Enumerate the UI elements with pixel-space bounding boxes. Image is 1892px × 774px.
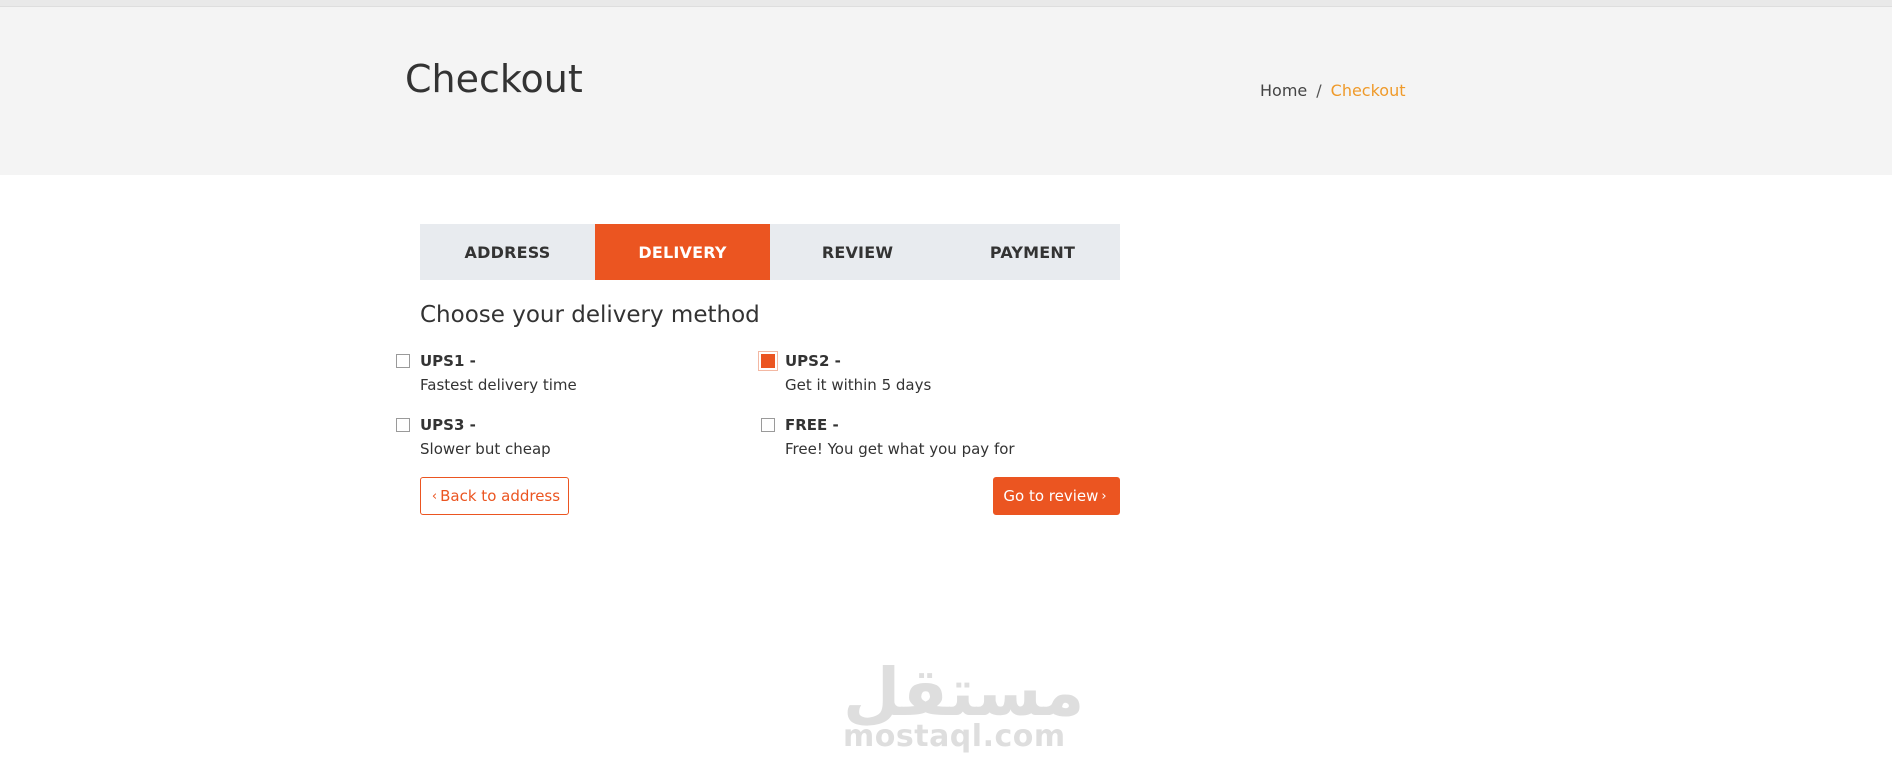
checkout-steps-tabs: ADDRESS DELIVERY REVIEW PAYMENT bbox=[420, 224, 1120, 280]
watermark-logo: مستقل mostaql.com bbox=[843, 654, 1085, 754]
back-to-address-label: Back to address bbox=[440, 487, 561, 505]
delivery-method-title: Choose your delivery method bbox=[420, 302, 760, 328]
page-title: Checkout bbox=[405, 57, 583, 101]
go-to-review-label: Go to review bbox=[1003, 487, 1099, 505]
breadcrumb-current: Checkout bbox=[1330, 81, 1406, 100]
chevron-left-icon: ‹ bbox=[431, 488, 438, 504]
watermark-arabic: مستقل bbox=[843, 654, 1085, 731]
go-to-review-button[interactable]: Go to review › bbox=[993, 477, 1120, 515]
delivery-option-name: UPS3 - bbox=[420, 416, 476, 434]
tab-address[interactable]: ADDRESS bbox=[420, 224, 595, 280]
delivery-option-description: Fastest delivery time bbox=[420, 376, 577, 394]
ups1-checkbox[interactable] bbox=[396, 354, 410, 368]
delivery-option-description: Get it within 5 days bbox=[785, 376, 932, 394]
free-checkbox[interactable] bbox=[761, 418, 775, 432]
tab-review[interactable]: REVIEW bbox=[770, 224, 945, 280]
tab-delivery[interactable]: DELIVERY bbox=[595, 224, 770, 280]
breadcrumb-separator: / bbox=[1316, 81, 1322, 100]
ups3-checkbox[interactable] bbox=[396, 418, 410, 432]
back-to-address-button[interactable]: ‹ Back to address bbox=[420, 477, 569, 515]
ups2-checkbox[interactable] bbox=[761, 354, 775, 368]
delivery-option-description: Free! You get what you pay for bbox=[785, 440, 1015, 458]
delivery-option-name: UPS1 - bbox=[420, 352, 476, 370]
watermark-latin: mostaql.com bbox=[843, 719, 1066, 754]
page-heading-bar bbox=[0, 7, 1892, 175]
breadcrumb: Home / Checkout bbox=[1260, 83, 1406, 99]
breadcrumb-home-link[interactable]: Home bbox=[1260, 83, 1307, 99]
delivery-option-description: Slower but cheap bbox=[420, 440, 551, 458]
tab-payment[interactable]: PAYMENT bbox=[945, 224, 1120, 280]
top-border bbox=[0, 0, 1892, 7]
chevron-right-icon: › bbox=[1101, 488, 1107, 504]
delivery-option-name: FREE - bbox=[785, 416, 839, 434]
delivery-option-name: UPS2 - bbox=[785, 352, 841, 370]
